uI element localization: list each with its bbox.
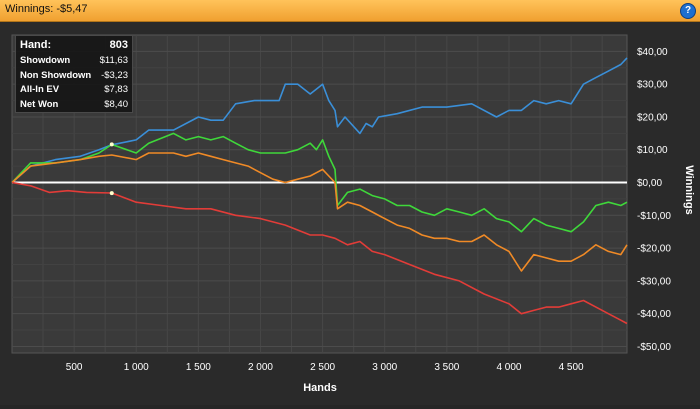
stats-header: Hand: 803 bbox=[16, 36, 132, 54]
x-tick-label: 1 000 bbox=[124, 362, 149, 373]
y-tick-label: -$20,00 bbox=[637, 244, 671, 255]
y-tick-label: $0,00 bbox=[637, 178, 662, 189]
x-tick-label: 2 500 bbox=[310, 362, 335, 373]
stat-value: $8,40 bbox=[104, 98, 128, 110]
hand-stats-panel: Hand: 803 Showdown $11,63 Non Showdown -… bbox=[15, 35, 133, 113]
y-tick-label: -$50,00 bbox=[637, 342, 671, 353]
x-tick-label: 1 500 bbox=[186, 362, 211, 373]
x-tick-label: 4 500 bbox=[559, 362, 584, 373]
stat-label: All-In EV bbox=[20, 84, 60, 95]
y-tick-label: $40,00 bbox=[637, 47, 668, 58]
title-bar: Winnings: -$5,47 ? bbox=[0, 0, 700, 22]
help-icon[interactable]: ? bbox=[680, 3, 696, 19]
stat-value: $11,63 bbox=[99, 55, 128, 66]
hand-marker bbox=[109, 142, 114, 147]
stat-label: Non Showdown bbox=[20, 69, 92, 81]
x-tick-label: 4 000 bbox=[496, 362, 521, 373]
hand-value: 803 bbox=[109, 39, 128, 51]
y-tick-label: -$40,00 bbox=[637, 309, 671, 320]
hand-label: Hand: bbox=[20, 39, 52, 51]
stat-label: Showdown bbox=[20, 55, 71, 66]
y-tick-label: $30,00 bbox=[637, 80, 668, 91]
stat-label: Net Won bbox=[20, 98, 59, 110]
x-tick-label: 500 bbox=[66, 362, 83, 373]
x-tick-label: 3 500 bbox=[434, 362, 459, 373]
y-tick-label: -$10,00 bbox=[637, 211, 671, 222]
window-title: Winnings: -$5,47 bbox=[5, 3, 88, 15]
x-tick-label: 3 000 bbox=[372, 362, 397, 373]
stat-row-showdown: Showdown $11,63 bbox=[16, 54, 132, 69]
stat-row-non-showdown: Non Showdown -$3,23 bbox=[16, 69, 132, 84]
x-tick-label: 2 000 bbox=[248, 362, 273, 373]
hand-marker bbox=[109, 191, 114, 196]
stat-row-all-in-ev: All-In EV $7,83 bbox=[16, 83, 132, 98]
stat-value: -$3,23 bbox=[101, 69, 128, 81]
y-tick-label: -$30,00 bbox=[637, 276, 671, 287]
stat-row-net-won: Net Won $8,40 bbox=[16, 98, 132, 113]
x-axis-label: Hands bbox=[303, 382, 337, 394]
y-tick-label: $10,00 bbox=[637, 145, 668, 156]
stat-value: $7,83 bbox=[104, 84, 128, 95]
y-tick-label: $20,00 bbox=[637, 112, 668, 123]
y-axis-label: Winnings bbox=[683, 165, 695, 214]
